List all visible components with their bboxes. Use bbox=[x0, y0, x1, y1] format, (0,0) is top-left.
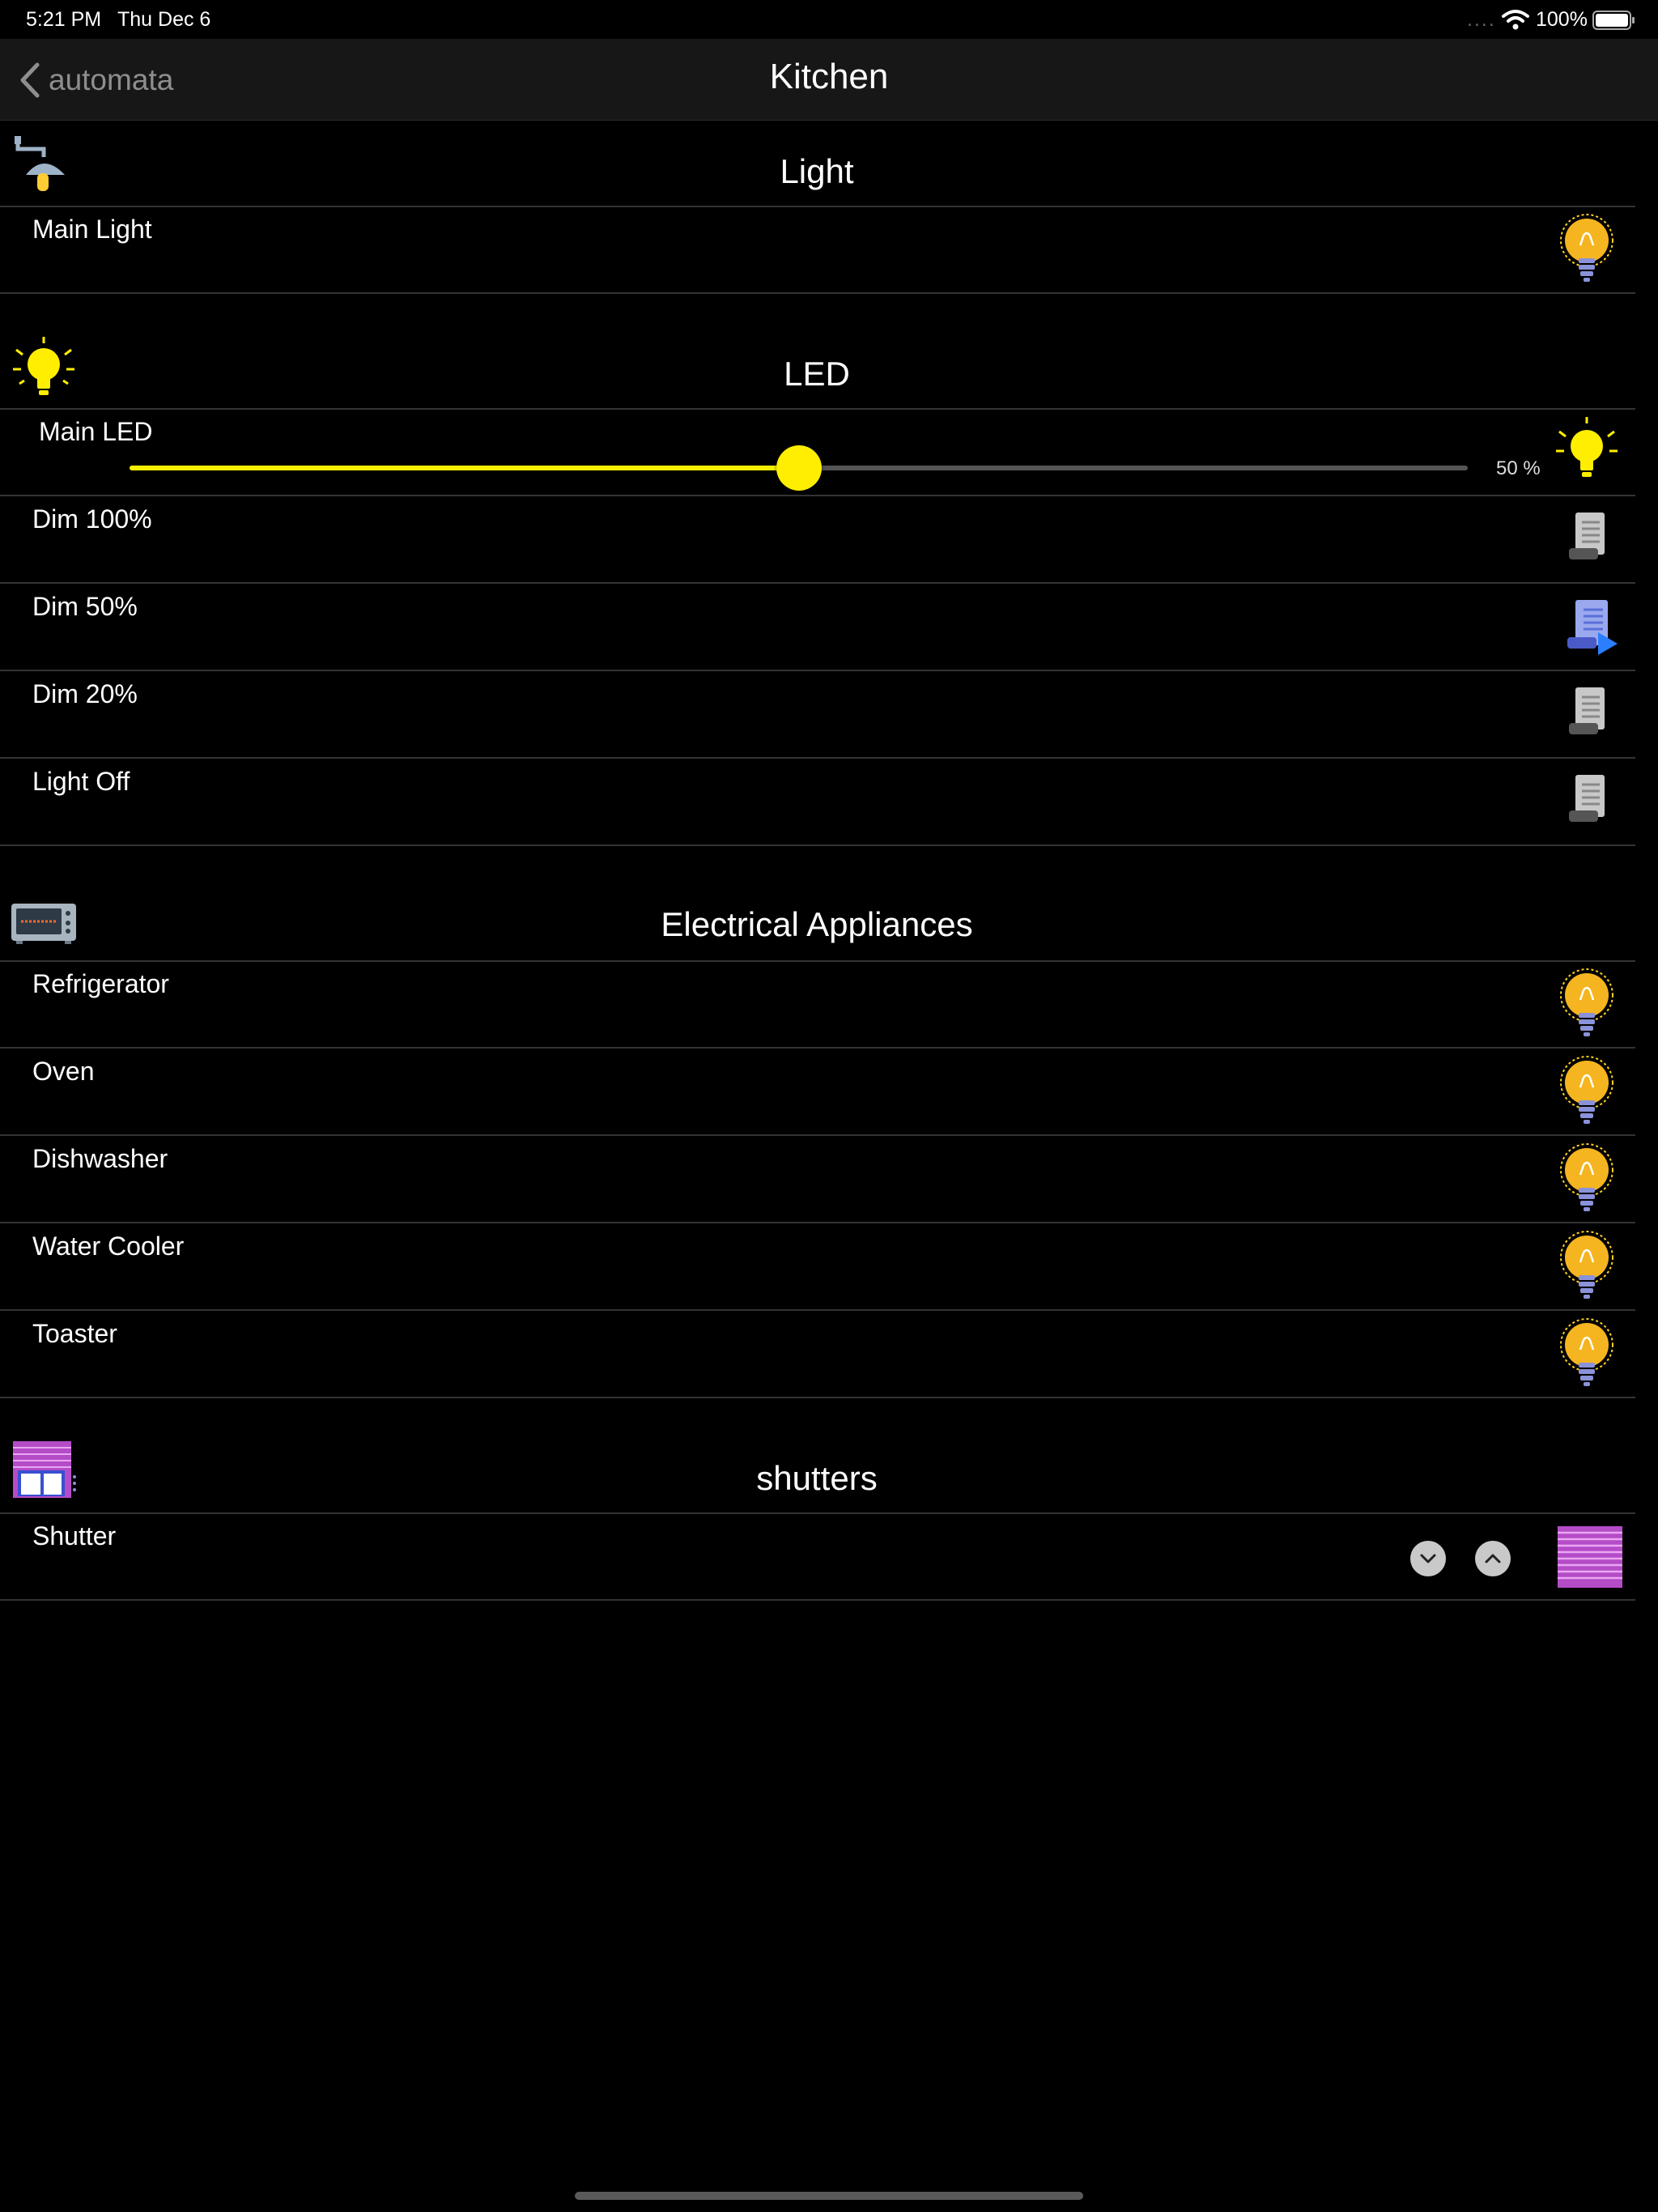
chevron-down-icon bbox=[1420, 1554, 1436, 1563]
lightbulb-icon[interactable] bbox=[1551, 968, 1622, 1039]
list-item-water-cooler[interactable]: Water Cooler bbox=[0, 1223, 1635, 1311]
slider-fill bbox=[130, 466, 799, 470]
battery-percent: 100% bbox=[1536, 8, 1588, 31]
list-item-toaster[interactable]: Toaster bbox=[0, 1311, 1635, 1398]
script-running-icon[interactable] bbox=[1551, 590, 1622, 661]
list-item-label: Refrigerator bbox=[32, 969, 169, 998]
shutter-down-button[interactable] bbox=[1410, 1541, 1446, 1576]
list-item-label: Oven bbox=[32, 1057, 95, 1086]
list-item-label: Main LED bbox=[39, 417, 153, 446]
brightness-slider[interactable] bbox=[130, 445, 1468, 491]
chevron-up-icon bbox=[1485, 1554, 1501, 1563]
lightbulb-icon[interactable] bbox=[1551, 213, 1622, 284]
shutter-status-icon[interactable] bbox=[1551, 1520, 1622, 1591]
section-title-shutters: shutters bbox=[756, 1459, 878, 1497]
list-item-main-led[interactable]: Main LED 50 % bbox=[0, 409, 1635, 496]
list-item-label: Main Light bbox=[32, 215, 152, 244]
list-item-oven[interactable]: Oven bbox=[0, 1049, 1635, 1136]
list-item-dim-50[interactable]: Dim 50% bbox=[0, 584, 1635, 671]
section-title-light: Light bbox=[780, 152, 854, 190]
list-item-label: Dim 20% bbox=[32, 679, 138, 708]
lightbulb-icon[interactable] bbox=[1551, 1055, 1622, 1126]
lightbulb-icon[interactable] bbox=[1551, 1230, 1622, 1301]
list-item-main-light[interactable]: Main Light bbox=[0, 206, 1635, 294]
list-item-shutter[interactable]: Shutter bbox=[0, 1513, 1635, 1601]
list-item-refrigerator[interactable]: Refrigerator bbox=[0, 961, 1635, 1049]
home-indicator bbox=[575, 2192, 1083, 2200]
lightbulb-icon[interactable] bbox=[1551, 1317, 1622, 1389]
wifi-icon bbox=[1502, 10, 1529, 30]
list-item-label: Toaster bbox=[32, 1319, 117, 1348]
script-icon[interactable] bbox=[1551, 678, 1622, 749]
slider-thumb[interactable] bbox=[776, 445, 822, 491]
shutter-up-button[interactable] bbox=[1475, 1541, 1511, 1576]
list-item-label: Water Cooler bbox=[32, 1231, 185, 1261]
list-item-label: Dishwasher bbox=[32, 1144, 168, 1173]
list-item-light-off[interactable]: Light Off bbox=[0, 759, 1635, 846]
script-icon[interactable] bbox=[1551, 503, 1622, 574]
lightbulb-icon[interactable] bbox=[1551, 414, 1622, 485]
page-title: Kitchen bbox=[769, 57, 889, 96]
slider-value: 50 % bbox=[1496, 457, 1541, 479]
list-item-label: Dim 50% bbox=[32, 592, 138, 621]
list-item-label: Dim 100% bbox=[32, 504, 152, 534]
list-item-label: Light Off bbox=[32, 767, 130, 796]
section-title-led: LED bbox=[784, 355, 850, 393]
battery-icon bbox=[1592, 11, 1635, 30]
section-title-appliances: Electrical Appliances bbox=[661, 905, 973, 943]
multitasking-dots: .... bbox=[1467, 8, 1496, 31]
list-item-dim-20[interactable]: Dim 20% bbox=[0, 671, 1635, 759]
status-date: Thu Dec 6 bbox=[117, 8, 211, 31]
list-item-dim-100[interactable]: Dim 100% bbox=[0, 496, 1635, 584]
navigation-bar: automata Kitchen bbox=[0, 39, 1658, 121]
script-icon[interactable] bbox=[1551, 765, 1622, 836]
list-item-label: Shutter bbox=[32, 1521, 117, 1551]
list-item-dishwasher[interactable]: Dishwasher bbox=[0, 1136, 1635, 1223]
status-time: 5:21 PM bbox=[26, 8, 102, 31]
status-bar: 5:21 PM Thu Dec 6 .... 100% bbox=[0, 0, 1658, 39]
lightbulb-icon[interactable] bbox=[1551, 1142, 1622, 1214]
